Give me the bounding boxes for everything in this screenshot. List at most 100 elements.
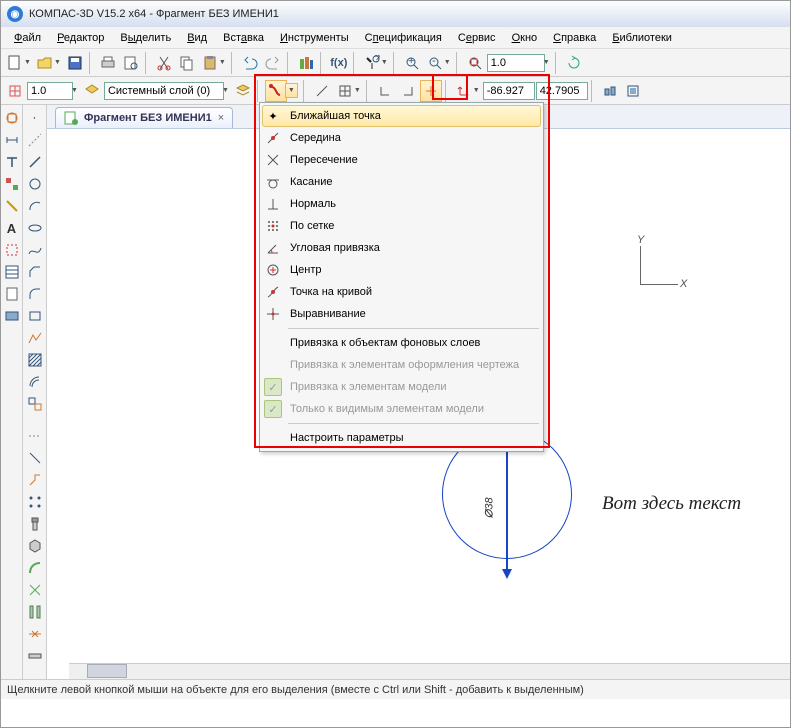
measure-panel-icon[interactable]: A bbox=[2, 218, 22, 238]
scale-input[interactable] bbox=[27, 82, 73, 100]
redo-button[interactable] bbox=[262, 52, 284, 74]
zoom-out-button[interactable]: - bbox=[424, 52, 446, 74]
shaft-button[interactable] bbox=[25, 646, 45, 666]
array-button[interactable] bbox=[25, 492, 45, 512]
coord-x-input[interactable] bbox=[483, 82, 535, 100]
lib-button[interactable] bbox=[295, 52, 317, 74]
select-panel-icon[interactable] bbox=[2, 240, 22, 260]
snap-grid-item[interactable]: По сетке bbox=[262, 215, 541, 237]
rect-button[interactable] bbox=[25, 306, 45, 326]
coord-y-input[interactable] bbox=[536, 82, 588, 100]
menu-view[interactable]: Вид bbox=[180, 30, 214, 46]
snap-item-1[interactable] bbox=[311, 80, 333, 102]
menu-window[interactable]: Окно bbox=[505, 30, 545, 46]
zoom-input[interactable] bbox=[487, 54, 545, 72]
snap-toggle-button[interactable] bbox=[265, 80, 287, 102]
aux-line2-button[interactable] bbox=[25, 426, 45, 446]
insert-panel-icon[interactable] bbox=[2, 306, 22, 326]
valve-button[interactable] bbox=[25, 580, 45, 600]
nut-button[interactable] bbox=[25, 536, 45, 556]
autoline-button[interactable] bbox=[25, 328, 45, 348]
scale-dropdown[interactable]: ▼ bbox=[71, 87, 78, 94]
round-button[interactable] bbox=[420, 80, 442, 102]
spec-panel-icon[interactable] bbox=[2, 262, 22, 282]
menu-edit[interactable]: Редактор bbox=[50, 30, 111, 46]
vars-button[interactable]: f(x) bbox=[328, 52, 350, 74]
snap-dropdown-arrow[interactable]: ▼ bbox=[285, 83, 298, 98]
grid-dropdown[interactable]: ▼ bbox=[354, 87, 361, 94]
snap-nearest-item[interactable]: ✦Ближайшая точка bbox=[262, 105, 541, 127]
open-dropdown[interactable]: ▼ bbox=[54, 59, 61, 66]
save-button[interactable] bbox=[64, 52, 86, 74]
new-button[interactable] bbox=[4, 52, 26, 74]
layer-manage-button[interactable] bbox=[232, 80, 254, 102]
last-btn1[interactable] bbox=[599, 80, 621, 102]
arc-button[interactable] bbox=[25, 196, 45, 216]
geometry-panel-icon[interactable] bbox=[2, 108, 22, 128]
menu-select[interactable]: Выделить bbox=[113, 30, 178, 46]
menu-file[interactable]: Файл bbox=[7, 30, 48, 46]
snap-normal-item[interactable]: Нормаль bbox=[262, 193, 541, 215]
diameter-dim-line[interactable] bbox=[506, 447, 508, 577]
snap-angle-item[interactable]: Угловая привязка bbox=[262, 237, 541, 259]
spline-button[interactable] bbox=[25, 240, 45, 260]
text-entity[interactable]: Вот здесь текст bbox=[602, 493, 741, 515]
layer-input[interactable] bbox=[104, 82, 224, 100]
fillet-button[interactable] bbox=[25, 284, 45, 304]
line2-button[interactable] bbox=[25, 448, 45, 468]
tab-close-icon[interactable]: × bbox=[218, 112, 224, 124]
undo-button[interactable] bbox=[239, 52, 261, 74]
hatch-button[interactable] bbox=[25, 350, 45, 370]
layer-btn[interactable] bbox=[81, 80, 103, 102]
weld-button[interactable] bbox=[25, 624, 45, 644]
collect-button[interactable] bbox=[25, 394, 45, 414]
equid-button[interactable] bbox=[25, 372, 45, 392]
cut-button[interactable] bbox=[153, 52, 175, 74]
flange-button[interactable] bbox=[25, 602, 45, 622]
chamfer-button[interactable] bbox=[25, 262, 45, 282]
chain-button[interactable] bbox=[25, 470, 45, 490]
preview-button[interactable] bbox=[120, 52, 142, 74]
param-panel-icon[interactable] bbox=[2, 196, 22, 216]
aux-line-button[interactable] bbox=[25, 130, 45, 150]
diameter-dim-text[interactable]: ⌀38 bbox=[479, 497, 497, 518]
report-panel-icon[interactable] bbox=[2, 284, 22, 304]
menu-lib[interactable]: Библиотеки bbox=[605, 30, 679, 46]
edit-panel-icon[interactable] bbox=[2, 174, 22, 194]
ellipse-button[interactable] bbox=[25, 218, 45, 238]
snap-midpoint-item[interactable]: Середина bbox=[262, 127, 541, 149]
fit-button[interactable] bbox=[464, 52, 486, 74]
menu-insert[interactable]: Вставка bbox=[216, 30, 271, 46]
menu-help[interactable]: Справка bbox=[546, 30, 603, 46]
snap-oncurve-item[interactable]: Точка на кривой bbox=[262, 281, 541, 303]
snap-bg-layers-item[interactable]: Привязка к объектам фоновых слоев bbox=[262, 332, 541, 354]
local-cs-button[interactable] bbox=[453, 80, 475, 102]
new-dropdown[interactable]: ▼ bbox=[24, 59, 31, 66]
paste-button[interactable] bbox=[199, 52, 221, 74]
dim-panel-icon[interactable] bbox=[2, 130, 22, 150]
layer-dropdown[interactable]: ▼ bbox=[222, 87, 229, 94]
copy-button[interactable] bbox=[176, 52, 198, 74]
zoom-window-button[interactable]: + bbox=[401, 52, 423, 74]
local-cs-dropdown[interactable]: ▼ bbox=[473, 87, 480, 94]
menu-tools[interactable]: Инструменты bbox=[273, 30, 356, 46]
help-button[interactable]: ? bbox=[361, 52, 383, 74]
last-btn2[interactable] bbox=[622, 80, 644, 102]
menu-spec[interactable]: Спецификация bbox=[358, 30, 449, 46]
snap-configure-item[interactable]: Настроить параметры bbox=[262, 427, 541, 449]
point-button[interactable]: · bbox=[25, 108, 45, 128]
help-dropdown[interactable]: ▼ bbox=[381, 59, 388, 66]
text-panel-icon[interactable] bbox=[2, 152, 22, 172]
menu-service[interactable]: Сервис bbox=[451, 30, 503, 46]
snap-intersect-item[interactable]: Пересечение bbox=[262, 149, 541, 171]
ortho2-button[interactable] bbox=[397, 80, 419, 102]
zoom-input-dropdown[interactable]: ▼ bbox=[543, 59, 550, 66]
refresh-button[interactable] bbox=[563, 52, 585, 74]
snap-center-item[interactable]: Центр bbox=[262, 259, 541, 281]
circle-button[interactable] bbox=[25, 174, 45, 194]
document-tab[interactable]: Фрагмент БЕЗ ИМЕНИ1 × bbox=[55, 107, 233, 128]
grid-button[interactable] bbox=[334, 80, 356, 102]
zoom-dropdown[interactable]: ▼ bbox=[444, 59, 451, 66]
pipe-button[interactable] bbox=[25, 558, 45, 578]
horizontal-scrollbar[interactable] bbox=[69, 663, 790, 679]
